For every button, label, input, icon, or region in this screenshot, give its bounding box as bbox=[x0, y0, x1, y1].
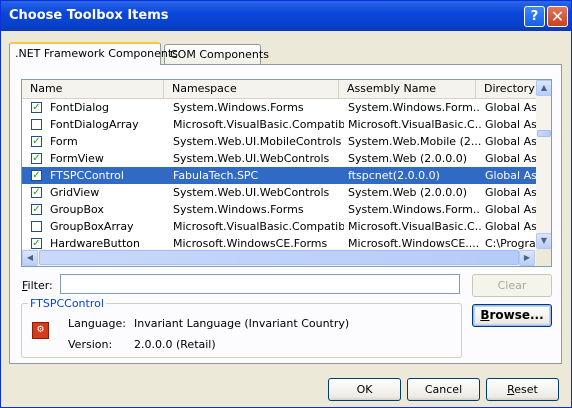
browse-button[interactable]: Browse... bbox=[472, 304, 552, 327]
cell-assembly-name: Microsoft.VisualBasic.C... bbox=[348, 220, 481, 233]
scroll-right-button[interactable]: ▶ bbox=[519, 250, 535, 266]
cell-name: FormView bbox=[50, 152, 104, 165]
cell-namespace: System.Web.UI.MobileControls bbox=[173, 135, 342, 148]
cell-namespace: System.Web.UI.WebControls bbox=[173, 186, 330, 199]
cell-name: FontDialogArray bbox=[50, 118, 139, 131]
tab-net-framework-components[interactable]: .NET Framework Components bbox=[9, 42, 178, 65]
list-item[interactable]: FontDialogArray Microsoft.VisualBasic.Com… bbox=[22, 116, 536, 133]
language-label: Language: bbox=[68, 317, 126, 330]
row-checkbox[interactable]: ✓ bbox=[31, 187, 42, 198]
cell-assembly-name: ftspcnet(2.0.0.0) bbox=[348, 169, 440, 182]
list-item[interactable]: ✓ FTSPCControl FabulaTech.SPC ftspcnet(2.0.… bbox=[22, 167, 536, 184]
cell-name: GridView bbox=[50, 186, 100, 199]
list-item[interactable]: ✓ GridView System.Web.UI.WebControls System… bbox=[22, 184, 536, 201]
column-header-namespace[interactable]: Namespace bbox=[164, 80, 339, 98]
list-item[interactable]: ✓ FormView System.Web.UI.WebControls System… bbox=[22, 150, 536, 167]
cell-name: Form bbox=[50, 135, 78, 148]
language-value: Invariant Language (Invariant Country) bbox=[134, 317, 350, 330]
row-checkbox[interactable] bbox=[31, 221, 42, 232]
row-checkbox[interactable]: ✓ bbox=[31, 170, 42, 181]
cell-name: FontDialog bbox=[50, 101, 109, 114]
filter-input[interactable] bbox=[60, 274, 460, 294]
close-button[interactable]: ✕ bbox=[547, 6, 568, 27]
cell-directory: Global Ass bbox=[485, 203, 536, 216]
help-button[interactable]: ? bbox=[524, 6, 545, 27]
choose-toolbox-items-dialog: Choose Toolbox Items ? ✕ .NET Framework … bbox=[0, 0, 572, 408]
column-header-name[interactable]: Name bbox=[22, 80, 164, 98]
horizontal-scrollbar[interactable]: ◀ ▶ bbox=[22, 249, 536, 266]
list-header: Name Namespace Assembly Name Directory bbox=[22, 80, 536, 99]
list-item[interactable]: ✓ FontDialog System.Windows.Forms System.Wi… bbox=[22, 99, 536, 116]
cell-namespace: System.Web.UI.WebControls bbox=[173, 152, 330, 165]
cell-directory: Global Ass bbox=[485, 118, 536, 131]
cell-namespace: FabulaTech.SPC bbox=[173, 169, 259, 182]
scroll-left-button[interactable]: ◀ bbox=[22, 250, 38, 266]
scrollbar-corner bbox=[536, 249, 551, 266]
cell-assembly-name: System.Windows.Form... bbox=[348, 101, 481, 114]
cell-directory: Global Ass bbox=[485, 152, 536, 165]
row-checkbox[interactable] bbox=[31, 119, 42, 130]
cell-directory: Global Ass bbox=[485, 220, 536, 233]
version-label: Version: bbox=[68, 338, 113, 351]
scroll-down-button[interactable]: ▼ bbox=[536, 233, 551, 249]
vertical-scroll-thumb[interactable] bbox=[537, 130, 551, 137]
cell-namespace: Microsoft.VisualBasic.Compatibi... bbox=[173, 220, 344, 233]
window-title: Choose Toolbox Items bbox=[9, 8, 169, 23]
cell-directory: Global Ass bbox=[485, 101, 536, 114]
cell-namespace: Microsoft.VisualBasic.Compatibi... bbox=[173, 118, 344, 131]
row-checkbox[interactable]: ✓ bbox=[31, 153, 42, 164]
vertical-scrollbar[interactable]: ▲ ▼ bbox=[536, 80, 551, 249]
tab-com-components[interactable]: COM Components bbox=[164, 44, 269, 64]
cell-directory: Global Ass bbox=[485, 186, 536, 199]
component-icon: ⚙ bbox=[32, 322, 49, 339]
row-checkbox[interactable]: ✓ bbox=[31, 204, 42, 215]
title-bar[interactable]: Choose Toolbox Items ? ✕ bbox=[1, 1, 571, 31]
list-item[interactable]: GroupBoxArray Microsoft.VisualBasic.Compa… bbox=[22, 218, 536, 235]
cell-namespace: System.Windows.Forms bbox=[173, 101, 304, 114]
cell-assembly-name: System.Web (2.0.0.0) bbox=[348, 152, 468, 165]
cell-assembly-name: System.Windows.Form... bbox=[348, 203, 481, 216]
column-header-assembly-name[interactable]: Assembly Name bbox=[339, 80, 476, 98]
clear-button[interactable]: Clear bbox=[472, 274, 552, 297]
cell-directory: Global Ass bbox=[485, 135, 536, 148]
cancel-button[interactable]: Cancel bbox=[407, 378, 480, 401]
components-list[interactable]: Name Namespace Assembly Name Directory ✓… bbox=[21, 79, 552, 267]
list-item[interactable]: ✓ Form System.Web.UI.MobileControls System.… bbox=[22, 133, 536, 150]
cell-directory: Global Ass bbox=[485, 169, 536, 182]
reset-button[interactable]: Reset bbox=[486, 378, 559, 401]
row-checkbox[interactable]: ✓ bbox=[31, 102, 42, 113]
row-checkbox[interactable]: ✓ bbox=[31, 238, 42, 249]
column-header-directory[interactable]: Directory bbox=[476, 80, 536, 98]
cell-assembly-name: System.Web.Mobile (2.... bbox=[348, 135, 481, 148]
cell-name: GroupBoxArray bbox=[50, 220, 134, 233]
filter-label: Filter: bbox=[22, 279, 53, 292]
row-checkbox[interactable]: ✓ bbox=[31, 136, 42, 147]
cell-namespace: System.Windows.Forms bbox=[173, 203, 304, 216]
cell-name: GroupBox bbox=[50, 203, 104, 216]
version-value: 2.0.0.0 (Retail) bbox=[134, 338, 216, 351]
cell-name: FTSPCControl bbox=[50, 169, 124, 182]
scroll-up-button[interactable]: ▲ bbox=[536, 80, 551, 96]
list-item[interactable]: ✓ GroupBox System.Windows.Forms System.Wind… bbox=[22, 201, 536, 218]
horizontal-scroll-thumb[interactable] bbox=[39, 250, 519, 265]
cell-assembly-name: Microsoft.VisualBasic.C... bbox=[348, 118, 481, 131]
component-details-title: FTSPCControl bbox=[28, 297, 106, 310]
ok-button[interactable]: OK bbox=[328, 378, 401, 401]
cell-assembly-name: System.Web (2.0.0.0) bbox=[348, 186, 468, 199]
